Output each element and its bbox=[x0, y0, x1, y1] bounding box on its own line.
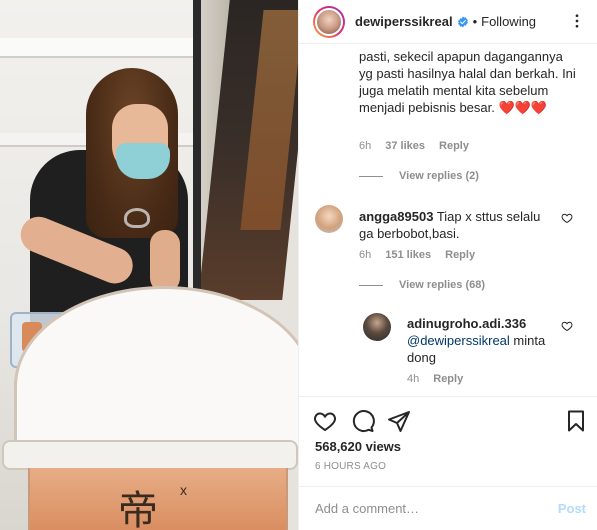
view-replies-button[interactable]: View replies (2) bbox=[359, 170, 479, 182]
cup-sign-lid bbox=[2, 440, 298, 470]
heart-icon[interactable] bbox=[313, 409, 337, 433]
view-replies-label: View replies (2) bbox=[399, 170, 479, 182]
comment-time: 6h bbox=[359, 249, 372, 261]
person-arm bbox=[150, 230, 180, 292]
share-icon[interactable] bbox=[387, 409, 411, 433]
view-replies-label: View replies (68) bbox=[399, 279, 486, 291]
post-comment-button[interactable]: Post bbox=[558, 501, 586, 516]
mention-link[interactable]: @dewiperssikreal bbox=[407, 333, 510, 348]
post-media[interactable]: 帝 x bbox=[0, 0, 298, 530]
comment-icon[interactable] bbox=[351, 409, 375, 433]
like-comment-heart-icon[interactable] bbox=[561, 320, 573, 332]
view-count[interactable]: 568,620 views bbox=[315, 439, 401, 454]
wall-ledge bbox=[0, 38, 200, 58]
reply-button[interactable]: Reply bbox=[433, 373, 463, 385]
bookmark-icon[interactable] bbox=[564, 409, 588, 433]
heart-emoji: ❤️❤️❤️ bbox=[498, 100, 548, 115]
following-button[interactable]: Following bbox=[481, 14, 536, 29]
avatar[interactable] bbox=[363, 313, 391, 341]
avatar-image bbox=[315, 7, 343, 36]
comment-input[interactable] bbox=[315, 501, 535, 516]
verified-badge-icon bbox=[457, 16, 468, 27]
reply-body: adinugroho.adi.336 @dewiperssikreal mint… bbox=[407, 315, 557, 366]
comment-body: angga89503 Tiap x sttus selalu ga berbob… bbox=[359, 208, 549, 242]
caption-text: pasti, sekecil apapun dagangannya yg pas… bbox=[359, 48, 579, 116]
comment-meta: 6h 37 likes Reply bbox=[359, 140, 469, 152]
cup-sign-body bbox=[28, 468, 288, 530]
comment-meta: 4h Reply bbox=[407, 373, 463, 385]
comment-meta: 6h 151 likes Reply bbox=[359, 249, 475, 261]
cup-sign-logo: x bbox=[180, 482, 187, 498]
post-header: dewiperssikreal • Following bbox=[299, 0, 597, 44]
comment-likes[interactable]: 37 likes bbox=[385, 140, 425, 152]
separator-dot: • bbox=[472, 14, 478, 29]
post-timestamp: 6 HOURS AGO bbox=[315, 461, 387, 472]
post-details-panel: dewiperssikreal • Following pasti, sekec… bbox=[298, 0, 597, 530]
comment-time: 4h bbox=[407, 373, 420, 385]
view-replies-button[interactable]: View replies (68) bbox=[359, 279, 485, 291]
comment-time: 6h bbox=[359, 140, 372, 152]
reply-button[interactable]: Reply bbox=[439, 140, 469, 152]
cup-sign-logo: 帝 bbox=[118, 488, 158, 530]
replies-divider bbox=[359, 284, 383, 286]
like-comment-heart-icon[interactable] bbox=[561, 212, 573, 224]
more-options-icon[interactable] bbox=[568, 12, 586, 30]
avatar[interactable] bbox=[313, 5, 345, 38]
shirt-logo bbox=[124, 208, 150, 228]
comments-list[interactable]: pasti, sekecil apapun dagangannya yg pas… bbox=[299, 45, 597, 395]
add-comment-bar: Post bbox=[299, 486, 597, 530]
comment-likes[interactable]: 151 likes bbox=[385, 249, 431, 261]
reply-button[interactable]: Reply bbox=[445, 249, 475, 261]
comment-username[interactable]: angga89503 bbox=[359, 209, 433, 224]
banner-pole bbox=[193, 0, 201, 300]
face-mask bbox=[116, 143, 170, 179]
comment-username[interactable]: adinugroho.adi.336 bbox=[407, 316, 526, 331]
avatar[interactable] bbox=[315, 205, 343, 233]
post-author-username[interactable]: dewiperssikreal bbox=[355, 14, 453, 29]
replies-divider bbox=[359, 175, 383, 177]
